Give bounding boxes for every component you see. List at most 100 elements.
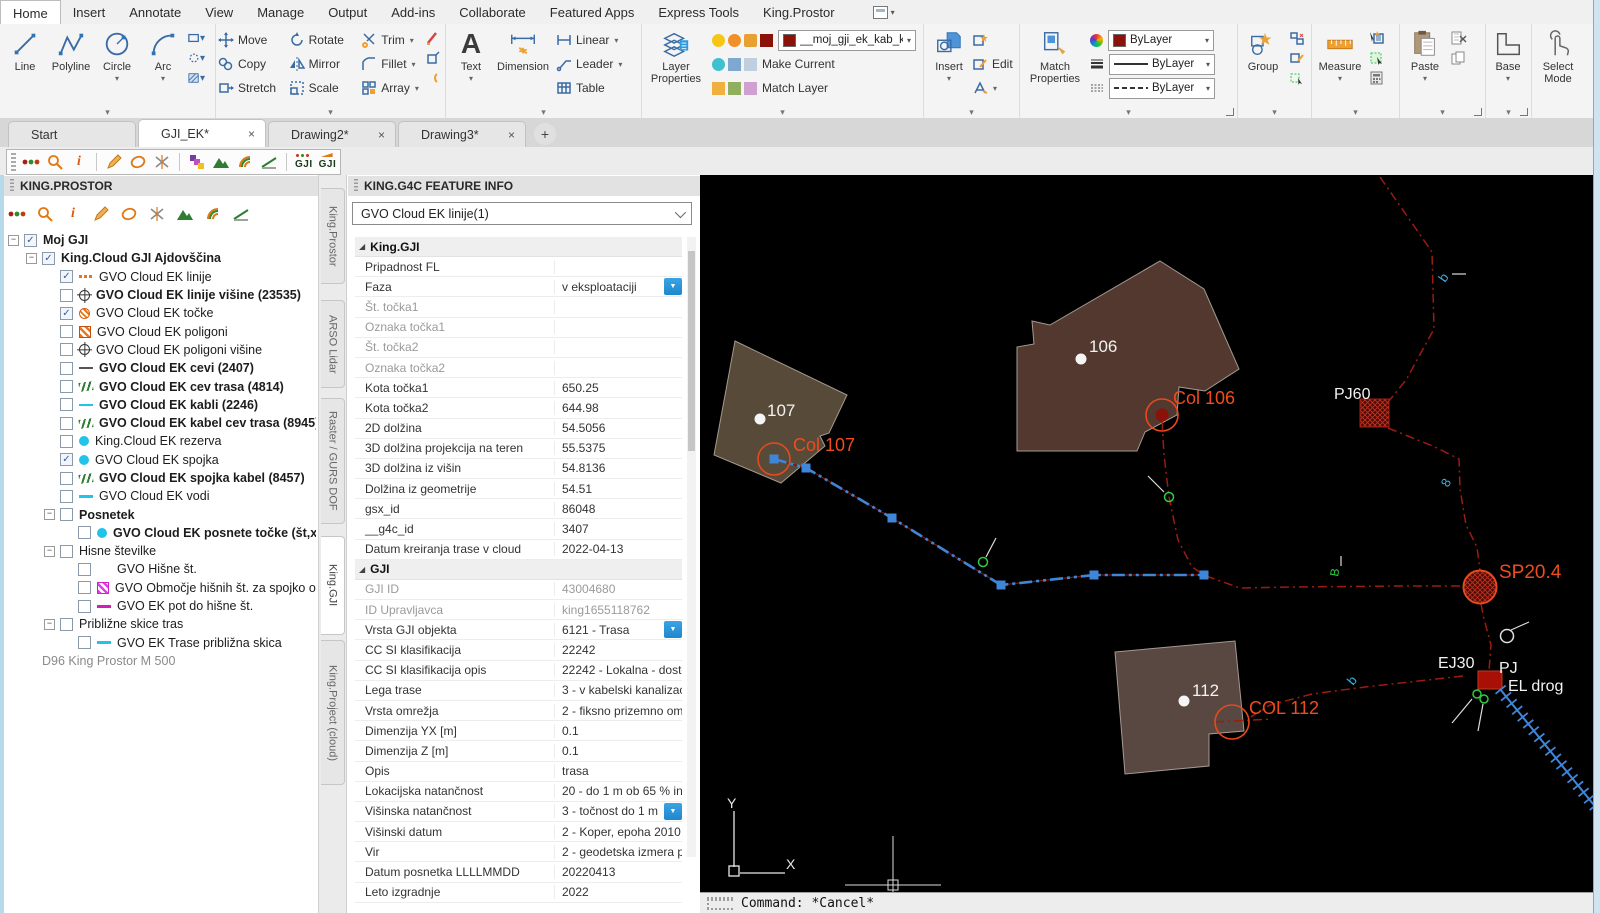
property-value[interactable]: 3 - točnost do 1 m ▼ [555,802,682,820]
doc-tab-start[interactable]: Start [8,121,136,147]
property-section-header[interactable]: ◢ GJI [355,559,682,580]
map-canvas[interactable]: 107 106 112 Col 107 Col 106 COL 112 SP20.4 PJ60… [700,175,1594,892]
attach-tag-icon[interactable] [120,205,138,223]
signal-arcs-icon[interactable] [204,205,222,223]
property-row[interactable]: Dimenzija Z [m] 0.1 [355,741,682,762]
property-row[interactable]: Datum posnetka LLLLMMDD 20220413 [355,862,682,883]
close-icon[interactable]: × [508,128,515,142]
tree-item[interactable]: GVO EK Trase približna skica [4,634,316,652]
layers-group-expand[interactable]: ▾ [780,107,785,118]
info-icon[interactable]: i [64,205,82,223]
modify-group-expand[interactable]: ▾ [328,107,333,118]
property-row[interactable]: CC SI klasifikacija 22242 [355,640,682,661]
tree-item[interactable]: GVO Cloud EK poligoni višine [4,341,316,359]
rectangle-tool-icon[interactable]: ▾ [188,30,205,46]
property-row[interactable]: Višinski datum2 - Koper, epoha 2010 (SVS… [355,822,682,843]
property-row[interactable]: Oznaka točka2 [355,358,682,379]
tree-checkbox[interactable]: ✓ [60,453,73,467]
base-button[interactable]: Base ▾ [1488,26,1528,104]
section-expander-icon[interactable]: ◢ [359,565,365,574]
tree-item[interactable]: GVO Cloud EK posnete točke (št,x,y [4,524,316,542]
tree-item[interactable]: GVO Cloud EK kabel cev trasa (8945) [4,414,316,432]
points-icon[interactable] [22,153,40,171]
explode-icon[interactable] [424,50,441,66]
tree-expander[interactable]: − [26,252,37,264]
command-bar[interactable]: Command: *Cancel* [700,892,1594,913]
property-value[interactable]: v eksploataciji ▼ [555,278,682,296]
property-row[interactable]: gsx_id 86048 [355,499,682,520]
insert-caret[interactable]: ▾ [947,74,951,83]
doc-tab-gjiek[interactable]: GJI_EK* × [138,119,266,147]
match-layer-button[interactable]: Match Layer [762,81,828,95]
tree-item[interactable]: GVO Cloud EK kabli (2246) [4,396,316,414]
polyline-button[interactable]: Polyline [48,26,94,104]
delete-cross-icon[interactable] [153,153,171,171]
property-row[interactable]: 3D dolžina iz višin 54.8136 [355,459,682,480]
annotation-group-expand[interactable]: ▾ [541,107,546,118]
scrollbar-thumb[interactable] [688,251,695,451]
dock-tab-king-project-cloud-[interactable]: King.Project (cloud) [321,640,345,785]
tree-item[interactable]: GVO Območje hišnih št. za spojko oz. [4,579,316,597]
new-tab-button[interactable]: + [534,123,556,145]
property-row[interactable]: Kota točka2 644.98 [355,398,682,419]
property-value[interactable]: 6121 - Trasa ▼ [555,621,682,639]
menu-tab-collaborate[interactable]: Collaborate [447,0,538,24]
menu-tab-insert[interactable]: Insert [61,0,118,24]
select-mode-button[interactable]: Select Mode [1534,26,1582,104]
property-value[interactable]: 86048 [555,502,682,516]
raster-mountain-icon[interactable] [212,153,230,171]
tree-checkbox[interactable] [78,526,91,540]
erase-icon[interactable] [424,30,441,46]
tree-item[interactable]: − ✓ King.Cloud GJI Ajdovščina [4,249,316,267]
toolbar-grip-icon[interactable] [11,153,16,171]
tree-checkbox[interactable]: ✓ [60,270,73,284]
tree-checkbox[interactable]: ✓ [42,251,55,265]
tree-checkbox[interactable]: ✓ [60,306,73,320]
property-value[interactable]: 0.1 [555,744,682,758]
tree-checkbox[interactable] [60,325,73,339]
tree-item[interactable]: GVO Cloud EK spojka kabel (8457) [4,469,316,487]
paste-caret[interactable]: ▾ [1423,74,1427,83]
tree-checkbox[interactable] [60,489,73,503]
property-value[interactable]: 0.1 [555,724,682,738]
fillet-button[interactable]: Fillet ▾ [361,52,422,76]
menu-tab-add-ins[interactable]: Add-ins [379,0,447,24]
circle-button[interactable]: Circle ▾ [94,26,140,104]
tree-item[interactable]: ✓ GVO Cloud EK linije [4,268,316,286]
dock-tab-raster-gurs-dof[interactable]: Raster / GURS DOF [321,398,345,524]
property-row[interactable]: Leto izgradnje 2022 [355,883,682,903]
layers-colored-icon[interactable] [188,153,206,171]
tree-item[interactable]: − Posnetek [4,505,316,523]
linear-caret[interactable]: ▾ [614,36,618,45]
tree-item[interactable]: GVO Cloud EK linije višine (23535) [4,286,316,304]
property-value[interactable]: 650.25 [555,381,682,395]
menu-tab-view[interactable]: View [193,0,245,24]
text-caret[interactable]: ▾ [469,74,473,83]
layer-unlock-icon[interactable] [712,81,725,95]
tree-item[interactable]: GVO Cloud EK cevi (2407) [4,359,316,377]
property-value[interactable]: 2 - fiksno prizemno omrež▼ [555,702,682,719]
property-value[interactable]: 22242 - Lokalna - dostopov▼ [555,662,682,679]
layer-lock-icon[interactable] [744,33,757,47]
linear-button[interactable]: Linear ▾ [556,28,626,52]
property-row[interactable]: 3D dolžina projekcija na teren 55.5375 [355,439,682,459]
gji-points-button[interactable]: GJI [295,154,313,170]
property-value[interactable]: 3407 [555,522,682,536]
search-icon[interactable] [46,153,64,171]
doc-tab-drawing3[interactable]: Drawing3* × [398,121,526,147]
property-row[interactable]: Opis trasa [355,762,682,782]
properties-dialog-launcher[interactable] [1226,108,1234,116]
rotate-button[interactable]: Rotate [289,28,362,52]
tree-checkbox[interactable] [60,361,73,375]
menu-tab-home[interactable]: Home [0,0,61,24]
circle-dropdown-caret[interactable]: ▾ [115,74,119,83]
clipboard-group-expand[interactable]: ▾ [1440,107,1445,118]
info-icon[interactable]: i [70,153,88,171]
tree-checkbox[interactable] [60,508,73,522]
copy-button[interactable]: Copy [218,52,289,76]
panel-toggle-button[interactable]: ▾ [872,0,895,24]
edit-pencil-icon[interactable] [105,153,123,171]
building-polygons[interactable] [713,260,1245,775]
tree-expander[interactable]: − [8,234,19,246]
layer-walk-icon[interactable] [744,81,757,95]
